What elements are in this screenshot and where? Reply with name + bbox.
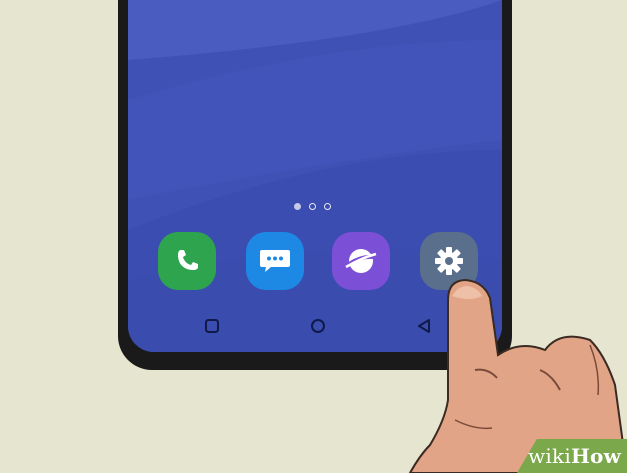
watermark-logo: wikiHow <box>528 444 621 468</box>
phone-screen <box>128 0 502 352</box>
page-dot[interactable] <box>309 202 316 210</box>
illustration: wikiHow <box>0 0 627 473</box>
back-button[interactable] <box>414 316 434 336</box>
recents-button[interactable] <box>202 316 222 336</box>
home-icon <box>311 319 325 333</box>
page-indicator <box>294 200 344 212</box>
watermark-part1: wiki <box>528 444 571 468</box>
messages-app-button[interactable] <box>246 232 304 290</box>
settings-app-button[interactable] <box>420 232 478 290</box>
phone-icon <box>178 250 198 270</box>
wallpaper <box>128 0 502 352</box>
watermark-part2: How <box>570 444 621 468</box>
phone-app-button[interactable] <box>158 232 216 290</box>
internet-app-button[interactable] <box>332 232 390 290</box>
chat-bubble-icon <box>260 250 290 272</box>
planet-icon <box>345 249 377 273</box>
page-dot-active[interactable] <box>294 202 301 210</box>
home-button[interactable] <box>308 316 328 336</box>
back-icon <box>418 319 430 333</box>
gear-icon <box>435 247 463 275</box>
page-dot[interactable] <box>324 202 331 210</box>
recents-icon <box>205 319 219 333</box>
